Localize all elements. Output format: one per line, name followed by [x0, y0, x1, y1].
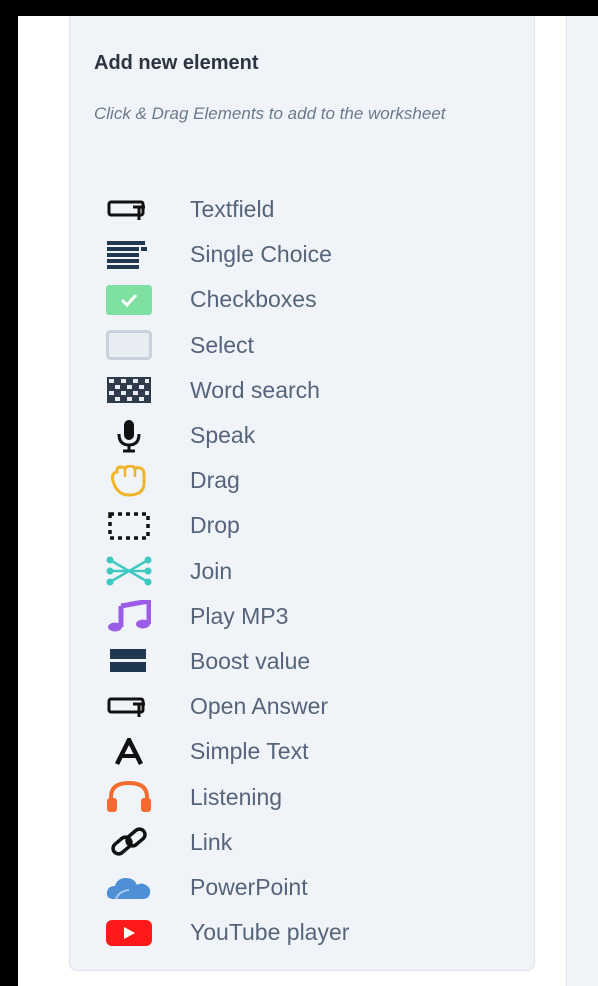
element-label: Drag	[190, 467, 240, 494]
element-label: Simple Text	[190, 738, 309, 765]
element-label: Speak	[190, 422, 256, 449]
element-open-answer[interactable]: Open Answer	[70, 684, 536, 729]
element-textfield[interactable]: Textfield	[70, 187, 536, 232]
element-label: Boost value	[190, 647, 311, 674]
select-icon	[105, 328, 153, 362]
headphones-icon	[105, 780, 153, 814]
element-word-search[interactable]: Word search	[70, 368, 536, 413]
link-icon	[105, 825, 153, 859]
drop-zone-icon	[105, 509, 153, 543]
element-label: Textfield	[190, 196, 275, 223]
element-label: Checkboxes	[190, 286, 317, 313]
element-drag[interactable]: Drag	[70, 458, 536, 503]
open-answer-icon	[105, 690, 153, 724]
element-label: Listening	[190, 783, 283, 810]
panel-title: Add new element	[94, 52, 259, 74]
element-label: Play MP3	[190, 602, 289, 629]
element-drop[interactable]: Drop	[70, 503, 536, 548]
join-icon	[105, 554, 153, 588]
panel-hint: Click & Drag Elements to add to the work…	[94, 104, 446, 123]
music-note-icon	[105, 599, 153, 633]
single-choice-icon	[105, 238, 153, 272]
checkbox-icon	[105, 283, 153, 317]
boost-value-icon	[105, 644, 153, 678]
window-frame-top	[0, 0, 598, 16]
element-boost-value[interactable]: Boost value	[70, 639, 536, 684]
element-label: Drop	[190, 512, 240, 539]
element-label: Word search	[190, 376, 320, 403]
element-label: Select	[190, 331, 254, 358]
hand-icon	[105, 464, 153, 498]
element-listening[interactable]: Listening	[70, 774, 536, 819]
element-youtube-player[interactable]: YouTube player	[70, 910, 536, 955]
text-a-icon	[105, 735, 153, 769]
element-checkboxes[interactable]: Checkboxes	[70, 277, 536, 322]
element-list: Textfield Single Choice Checkboxes Selec…	[70, 187, 536, 955]
textfield-icon	[105, 193, 153, 227]
window-frame-left	[0, 0, 18, 986]
element-label: YouTube player	[190, 919, 350, 946]
element-simple-text[interactable]: Simple Text	[70, 729, 536, 774]
element-powerpoint[interactable]: PowerPoint	[70, 865, 536, 910]
worksheet-area	[566, 16, 598, 986]
element-label: Single Choice	[190, 241, 332, 268]
element-label: Open Answer	[190, 693, 329, 720]
element-select[interactable]: Select	[70, 323, 536, 368]
element-speak[interactable]: Speak	[70, 413, 536, 458]
element-link[interactable]: Link	[70, 820, 536, 865]
cloud-icon	[105, 870, 153, 904]
element-play-mp3[interactable]: Play MP3	[70, 594, 536, 639]
element-label: Join	[190, 557, 233, 584]
element-join[interactable]: Join	[70, 549, 536, 594]
element-label: Link	[190, 828, 233, 855]
youtube-icon	[105, 916, 153, 950]
add-element-panel: Add new element Click & Drag Elements to…	[69, 16, 535, 971]
microphone-icon	[105, 419, 153, 453]
element-label: PowerPoint	[190, 873, 308, 900]
word-search-icon	[105, 373, 153, 407]
element-single-choice[interactable]: Single Choice	[70, 232, 536, 277]
